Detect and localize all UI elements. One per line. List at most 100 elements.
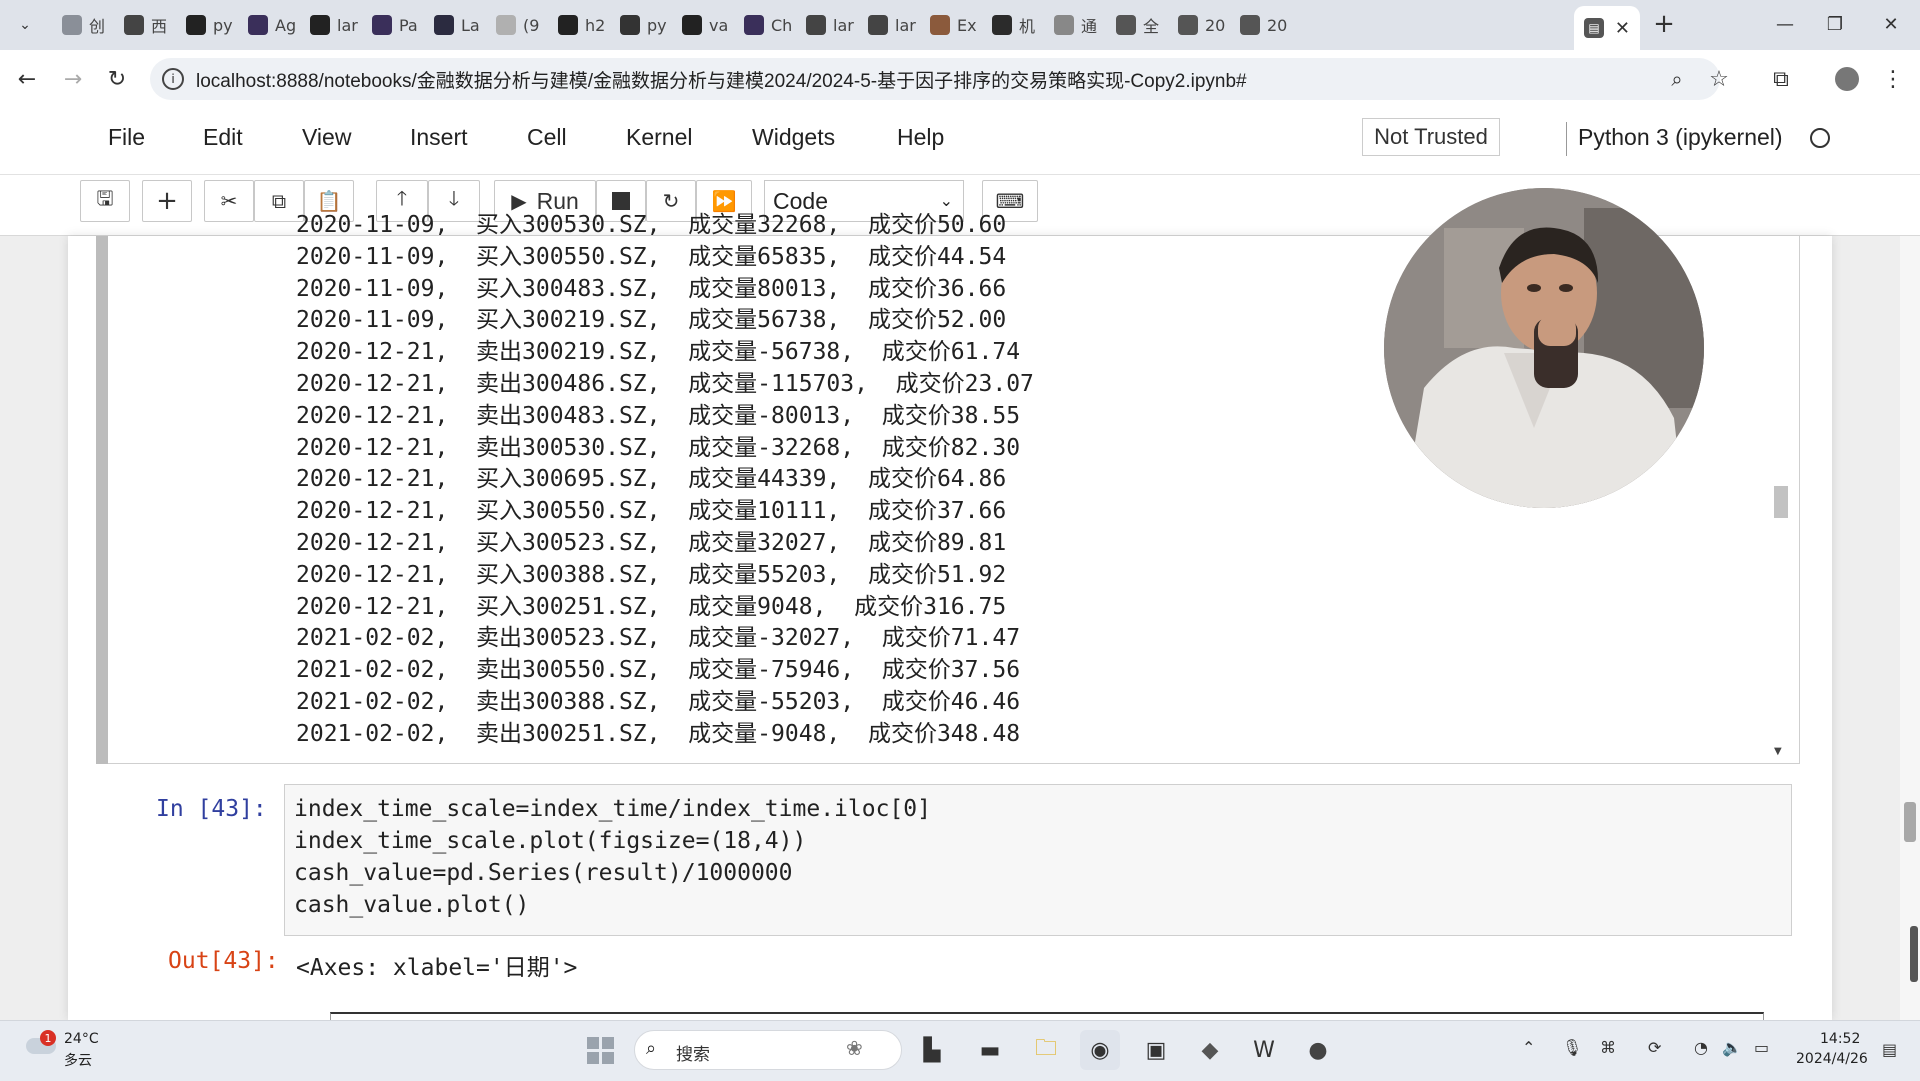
- page-scrollbar-thumb[interactable]: [1904, 802, 1916, 842]
- notification-center-icon[interactable]: ▤: [1882, 1040, 1897, 1059]
- restore-button[interactable]: ❐: [1812, 6, 1858, 42]
- browser-tab[interactable]: h2: [546, 7, 608, 43]
- page-scrollbar[interactable]: [1900, 236, 1920, 1020]
- output-line: 2020-12-21, 卖出300483.SZ, 成交量-80013, 成交价3…: [296, 402, 1021, 429]
- code-line[interactable]: index_time_scale=index_time/index_time.i…: [294, 796, 931, 822]
- reload-button[interactable]: ↻: [100, 62, 134, 96]
- kernel-name[interactable]: Python 3 (ipykernel): [1578, 124, 1783, 151]
- plus-icon: +: [156, 186, 178, 216]
- profile-avatar[interactable]: [1830, 62, 1864, 96]
- taskbar-app-file-explorer[interactable]: ▬: [970, 1030, 1010, 1070]
- browser-tab[interactable]: 20: [1228, 7, 1290, 43]
- tab-list-button[interactable]: ⌄: [8, 8, 42, 42]
- output-prompt: Out[43]:: [168, 948, 279, 974]
- browser-tab[interactable]: 全: [1104, 7, 1166, 43]
- taskbar-app-recorder[interactable]: ●: [1298, 1030, 1338, 1070]
- tray-overflow-icon[interactable]: ⌃: [1522, 1038, 1535, 1057]
- menu-help[interactable]: Help: [897, 124, 944, 151]
- menu-view[interactable]: View: [302, 124, 351, 151]
- browser-tab-label: h2: [585, 15, 606, 35]
- kernel-idle-indicator: [1810, 128, 1830, 148]
- minimize-button[interactable]: —: [1762, 6, 1808, 42]
- taskbar-app-browser[interactable]: ◉: [1080, 1030, 1120, 1070]
- page-scrollbar-thumb-secondary[interactable]: [1910, 926, 1918, 982]
- browser-tab[interactable]: py: [174, 7, 236, 43]
- terminal-icon: ▣: [1145, 1037, 1167, 1063]
- browser-tab[interactable]: La: [422, 7, 484, 43]
- more-menu-icon[interactable]: ⋮: [1876, 62, 1910, 96]
- scroll-down-arrow-icon[interactable]: ▼: [1774, 746, 1782, 757]
- extensions-icon[interactable]: ⧉: [1764, 62, 1798, 96]
- browser-tab[interactable]: Ch: [732, 7, 794, 43]
- browser-tab[interactable]: 西: [112, 7, 174, 43]
- taskbar-app-task-view[interactable]: ▙: [912, 1030, 952, 1070]
- microphone-icon[interactable]: 🎙: [1562, 1038, 1582, 1057]
- output-line: 2020-12-21, 买入300251.SZ, 成交量9048, 成交价316…: [296, 593, 1007, 620]
- sync-icon[interactable]: ⟳: [1648, 1038, 1661, 1057]
- wifi-icon[interactable]: ◔: [1694, 1038, 1708, 1057]
- menu-file[interactable]: File: [108, 124, 145, 151]
- scissors-icon: ✂: [220, 189, 238, 213]
- browser-tab[interactable]: 创: [50, 7, 112, 43]
- start-button[interactable]: [580, 1030, 620, 1070]
- close-tab-icon[interactable]: ✕: [1615, 18, 1630, 39]
- clock-date[interactable]: 2024/4/26: [1796, 1051, 1868, 1067]
- recorder-icon: ●: [1308, 1037, 1328, 1063]
- book-icon: [868, 15, 888, 35]
- notebook-icon: [1178, 15, 1198, 35]
- browser-tab[interactable]: Ag: [236, 7, 298, 43]
- menu-widgets[interactable]: Widgets: [752, 124, 835, 151]
- volume-icon[interactable]: 🔈: [1722, 1038, 1742, 1057]
- menu-edit[interactable]: Edit: [203, 124, 243, 151]
- input-method-icon[interactable]: ⌘: [1600, 1038, 1616, 1057]
- browser-tab[interactable]: va: [670, 7, 732, 43]
- clock-time[interactable]: 14:52: [1820, 1031, 1860, 1047]
- browser-tab-label: Ag: [275, 15, 297, 35]
- code-line[interactable]: index_time_scale.plot(figsize=(18,4)): [294, 828, 806, 854]
- code-line[interactable]: cash_value=pd.Series(result)/1000000: [294, 860, 793, 886]
- weather-widget[interactable]: 1: [26, 1030, 58, 1056]
- browser-tab[interactable]: (9: [484, 7, 546, 43]
- browser-tab[interactable]: py: [608, 7, 670, 43]
- menu-kernel[interactable]: Kernel: [626, 124, 692, 151]
- taskbar-app-tool[interactable]: ◆: [1190, 1030, 1230, 1070]
- browser-tab-label: py: [647, 15, 667, 35]
- browser-tab[interactable]: 通: [1042, 7, 1104, 43]
- tab-active-notebook[interactable]: ▤ ✕: [1574, 6, 1640, 50]
- close-window-button[interactable]: ✕: [1868, 6, 1914, 42]
- taskbar-app-terminal[interactable]: ▣: [1136, 1030, 1176, 1070]
- browser-tab[interactable]: 机: [980, 7, 1042, 43]
- taskbar-app-folder[interactable]: 🗀: [1026, 1030, 1066, 1070]
- browser-tab[interactable]: Ex: [918, 7, 980, 43]
- taskbar-search-placeholder[interactable]: 搜索: [676, 1040, 710, 1065]
- menu-insert[interactable]: Insert: [410, 124, 468, 151]
- output-line: 2020-12-21, 卖出300486.SZ, 成交量-115703, 成交价…: [296, 370, 1034, 397]
- github-icon: [186, 15, 206, 35]
- browser-tab[interactable]: lar: [298, 7, 360, 43]
- output-collapse-bar[interactable]: [96, 236, 108, 764]
- output-scrollbar-thumb[interactable]: [1774, 486, 1788, 518]
- zoom-icon[interactable]: ⌕: [1660, 62, 1694, 96]
- trust-status-button[interactable]: Not Trusted: [1362, 118, 1500, 156]
- taskbar-app-wps[interactable]: W: [1244, 1030, 1284, 1070]
- browser-tab[interactable]: lar: [794, 7, 856, 43]
- weather-condition[interactable]: 多云: [64, 1050, 92, 1070]
- menu-cell[interactable]: Cell: [527, 124, 567, 151]
- folder-dark-icon: ▬: [979, 1037, 1001, 1063]
- insert-cell-button[interactable]: +: [142, 180, 192, 222]
- forward-button[interactable]: →: [56, 62, 90, 96]
- back-button[interactable]: ←: [10, 62, 44, 96]
- url-text[interactable]: localhost:8888/notebooks/金融数据分析与建模/金融数据分…: [196, 66, 1247, 93]
- code-line[interactable]: cash_value.plot(): [294, 892, 529, 918]
- site-info-icon[interactable]: i: [162, 68, 184, 90]
- bookmark-star-icon[interactable]: ☆: [1702, 62, 1736, 96]
- browser-tab[interactable]: 20: [1166, 7, 1228, 43]
- cut-button[interactable]: ✂: [204, 180, 254, 222]
- battery-icon[interactable]: ▭: [1754, 1038, 1769, 1057]
- save-button[interactable]: 🖫: [80, 180, 130, 222]
- weather-temperature[interactable]: 24°C: [64, 1031, 99, 1047]
- copy-icon: ⧉: [271, 189, 287, 213]
- browser-tab[interactable]: Pa: [360, 7, 422, 43]
- browser-tab[interactable]: lar: [856, 7, 918, 43]
- new-tab-button[interactable]: +: [1648, 8, 1680, 40]
